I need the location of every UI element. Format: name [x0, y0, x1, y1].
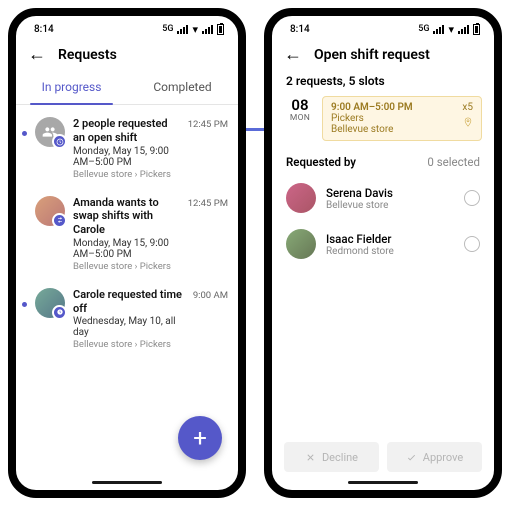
shift-store: Bellevue store	[331, 124, 473, 135]
request-title: 2 people requested an open shift	[73, 117, 180, 145]
requested-by-label: Requested by	[286, 155, 356, 169]
request-time: 12:45 PM	[188, 198, 228, 209]
tab-completed[interactable]: Completed	[127, 72, 238, 104]
request-time: 12:45 PM	[188, 119, 228, 130]
person-avatar	[286, 229, 316, 259]
phone-requests-list: 8:14 5G ▾ ← Requests In progress Complet…	[8, 8, 246, 498]
request-breadcrumb: Bellevue store › Pickers	[73, 261, 180, 272]
home-indicator	[348, 481, 418, 484]
request-list: 2 people requested an open shift Monday,…	[16, 105, 238, 366]
person-name: Serena Davis	[326, 186, 454, 200]
home-indicator	[92, 481, 162, 484]
request-item-swap[interactable]: Amanda wants to swap shifts with Carole …	[16, 190, 238, 282]
summary-text: 2 requests, 5 slots	[272, 72, 494, 96]
approve-button[interactable]: Approve	[387, 442, 482, 472]
tabs: In progress Completed	[16, 72, 238, 105]
location-pin-icon	[463, 117, 473, 127]
signal-icon	[433, 25, 444, 34]
selected-count: 0 selected	[427, 155, 480, 169]
date-column: 08 MON	[286, 96, 314, 141]
requested-by-header: Requested by 0 selected	[272, 141, 494, 175]
select-radio[interactable]	[464, 190, 480, 206]
check-icon	[406, 452, 417, 463]
page-title: Open shift request	[314, 47, 430, 63]
phone-open-shift-detail: 8:14 5G ▾ ← Open shift request 2 request…	[264, 8, 502, 498]
request-subtitle: Monday, May 15, 9:00 AM–5:00 PM	[73, 238, 180, 260]
status-bar: 8:14 5G ▾	[272, 16, 494, 38]
page-title: Requests	[58, 47, 117, 63]
request-title: Amanda wants to swap shifts with Carole	[73, 196, 180, 237]
request-item-timeoff[interactable]: Carole requested time off Wednesday, May…	[16, 282, 238, 361]
requester-row[interactable]: Serena Davis Bellevue store	[272, 175, 494, 221]
requester-row[interactable]: Isaac Fielder Redmond store	[272, 221, 494, 267]
request-time: 9:00 AM	[193, 290, 228, 301]
swap-badge-icon	[52, 213, 67, 228]
app-bar: ← Requests	[16, 38, 238, 72]
person-avatar	[286, 183, 316, 213]
wifi-icon: ▾	[448, 23, 454, 36]
person-store: Bellevue store	[326, 200, 454, 211]
status-time: 8:14	[290, 24, 310, 35]
shift-time: 9:00 AM–5:00 PM	[331, 102, 473, 113]
signal-icon	[177, 25, 188, 34]
signal-icon-2	[202, 25, 213, 34]
battery-icon	[473, 24, 480, 35]
signal-icon-2	[458, 25, 469, 34]
select-radio[interactable]	[464, 236, 480, 252]
request-breadcrumb: Bellevue store › Pickers	[73, 339, 185, 350]
unread-dot	[22, 131, 27, 136]
request-item-open-shift[interactable]: 2 people requested an open shift Monday,…	[16, 111, 238, 190]
status-bar: 8:14 5G ▾	[16, 16, 238, 38]
fab-add-button[interactable]: +	[178, 416, 222, 460]
person-name: Isaac Fielder	[326, 232, 454, 246]
shift-card[interactable]: 9:00 AM–5:00 PM Pickers Bellevue store x…	[322, 96, 482, 141]
status-time: 8:14	[34, 24, 54, 35]
back-icon[interactable]: ←	[284, 46, 302, 64]
tab-in-progress[interactable]: In progress	[16, 72, 127, 104]
footer-buttons: Decline Approve	[272, 442, 494, 472]
date-number: 08	[286, 98, 314, 113]
app-bar: ← Open shift request	[272, 38, 494, 72]
back-icon[interactable]: ←	[28, 46, 46, 64]
open-shift-badge-icon	[52, 134, 67, 149]
status-network: 5G	[162, 24, 173, 34]
request-subtitle: Monday, May 15, 9:00 AM–5:00 PM	[73, 146, 180, 168]
person-store: Redmond store	[326, 246, 454, 257]
request-breadcrumb: Bellevue store › Pickers	[73, 169, 180, 180]
request-subtitle: Wednesday, May 10, all day	[73, 316, 185, 338]
x-icon	[305, 452, 316, 463]
request-title: Carole requested time off	[73, 288, 185, 316]
battery-icon	[217, 24, 224, 35]
wifi-icon: ▾	[192, 23, 198, 36]
timeoff-badge-icon	[52, 305, 67, 320]
shift-slot-count: x5	[462, 102, 473, 113]
unread-dot	[22, 302, 27, 307]
status-network: 5G	[418, 24, 429, 34]
shift-group: Pickers	[331, 113, 473, 124]
shift-row: 08 MON 9:00 AM–5:00 PM Pickers Bellevue …	[272, 96, 494, 141]
date-weekday: MON	[286, 113, 314, 123]
decline-button[interactable]: Decline	[284, 442, 379, 472]
